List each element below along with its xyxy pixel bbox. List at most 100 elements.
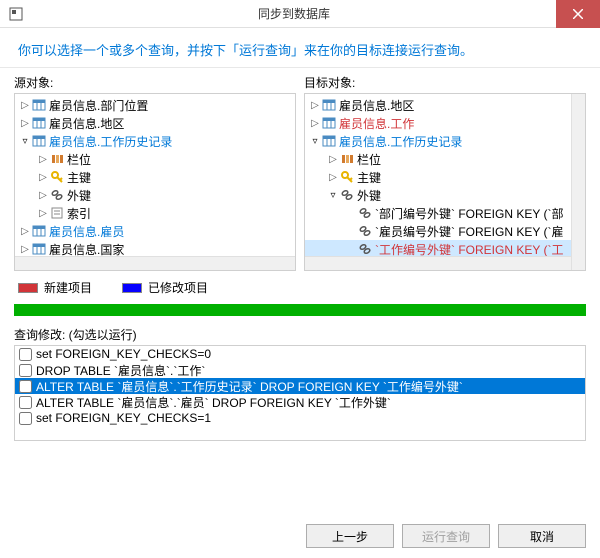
table-icon bbox=[31, 115, 47, 131]
expand-arrow-icon[interactable]: ▷ bbox=[327, 154, 339, 165]
tree-node[interactable]: ▷雇员信息.地区 bbox=[305, 96, 585, 114]
legend-mod-label: 已修改项目 bbox=[148, 279, 208, 296]
scrollbar-horizontal[interactable] bbox=[15, 256, 295, 270]
fk-icon bbox=[49, 187, 65, 203]
fk-icon bbox=[357, 241, 373, 257]
tree-node[interactable]: ▷ 雇员信息.工作 bbox=[305, 114, 585, 132]
scrollbar-vertical[interactable] bbox=[571, 94, 585, 270]
tree-node-label: 雇员信息.部门位置 bbox=[49, 97, 148, 114]
expand-arrow-icon[interactable]: ▷ bbox=[19, 118, 31, 129]
tree-node-label: 雇员信息.工作 bbox=[339, 115, 414, 132]
source-label: 源对象: bbox=[14, 74, 296, 91]
progress-bar bbox=[14, 304, 586, 316]
tree-node[interactable]: ▷ 雇员信息.地区 bbox=[15, 114, 295, 132]
tree-node[interactable]: ▷ 雇员信息.部门位置 bbox=[15, 96, 295, 114]
tree-node[interactable]: `雇员编号外键` FOREIGN KEY (`雇 bbox=[305, 222, 585, 240]
tree-node-label: 索引 bbox=[67, 205, 91, 222]
tree-node-label: 外键 bbox=[357, 187, 381, 204]
tree-node-label: `雇员编号外键` FOREIGN KEY (`雇 bbox=[375, 223, 563, 240]
window-title: 同步到数据库 bbox=[32, 5, 556, 22]
target-label: 目标对象: bbox=[304, 74, 586, 91]
tree-node-label: 雇员信息.工作历史记录 bbox=[49, 133, 172, 150]
app-icon bbox=[6, 4, 26, 24]
legend-mod-swatch bbox=[122, 283, 142, 293]
table-icon bbox=[31, 97, 47, 113]
key-icon bbox=[49, 169, 65, 185]
column-icon bbox=[339, 151, 355, 167]
legend-new: 新建项目 bbox=[18, 279, 92, 296]
cancel-button[interactable]: 取消 bbox=[498, 524, 586, 548]
index-icon bbox=[49, 205, 65, 221]
query-text: DROP TABLE `雇员信息`.`工作` bbox=[36, 362, 205, 379]
tree-node[interactable]: ▿ 外键 bbox=[305, 186, 585, 204]
table-icon bbox=[31, 223, 47, 239]
tree-node[interactable]: ▷ 外键 bbox=[15, 186, 295, 204]
expand-arrow-icon[interactable]: ▷ bbox=[19, 100, 31, 111]
tree-node-label: 栏位 bbox=[357, 151, 381, 168]
tree-node-label: `工作编号外键` FOREIGN KEY (`工 bbox=[375, 241, 563, 258]
table-icon bbox=[31, 241, 47, 257]
target-panel: 目标对象: ▷雇员信息.地区▷雇员信息.工作▿雇员信息.工作历史记录▷栏位▷主键… bbox=[304, 74, 586, 271]
expand-arrow-icon[interactable]: ▷ bbox=[309, 118, 321, 129]
titlebar: 同步到数据库 bbox=[0, 0, 600, 28]
tree-node-label: 雇员信息.雇员 bbox=[49, 223, 124, 240]
query-section: 查询修改: (勾选以运行) set FOREIGN_KEY_CHECKS=0DR… bbox=[0, 326, 600, 441]
expand-arrow-icon[interactable]: ▷ bbox=[37, 172, 49, 183]
tree-node[interactable]: `部门编号外键` FOREIGN KEY (`部 bbox=[305, 204, 585, 222]
expand-arrow-icon[interactable]: ▷ bbox=[19, 226, 31, 237]
query-row[interactable]: DROP TABLE `雇员信息`.`工作` bbox=[15, 362, 585, 378]
tree-node[interactable]: ▷ 栏位 bbox=[15, 150, 295, 168]
query-checkbox[interactable] bbox=[19, 396, 32, 409]
query-row[interactable]: set FOREIGN_KEY_CHECKS=1 bbox=[15, 410, 585, 426]
source-tree[interactable]: ▷雇员信息.部门位置▷雇员信息.地区▿雇员信息.工作历史记录▷栏位▷主键▷外键▷… bbox=[14, 93, 296, 271]
prev-button[interactable]: 上一步 bbox=[306, 524, 394, 548]
column-icon bbox=[49, 151, 65, 167]
query-row[interactable]: ALTER TABLE `雇员信息`.`工作历史记录` DROP FOREIGN… bbox=[15, 378, 585, 394]
expand-arrow-icon[interactable]: ▿ bbox=[309, 136, 321, 147]
legend-mod: 已修改项目 bbox=[122, 279, 208, 296]
tree-node[interactable]: ▷ 索引 bbox=[15, 204, 295, 222]
tree-node[interactable]: ▿ 雇员信息.工作历史记录 bbox=[15, 132, 295, 150]
tree-node-label: 主键 bbox=[357, 169, 381, 186]
query-list[interactable]: set FOREIGN_KEY_CHECKS=0DROP TABLE `雇员信息… bbox=[14, 345, 586, 441]
table-icon bbox=[31, 133, 47, 149]
query-checkbox[interactable] bbox=[19, 380, 32, 393]
close-button[interactable] bbox=[556, 0, 600, 28]
legend-new-label: 新建项目 bbox=[44, 279, 92, 296]
query-row[interactable]: set FOREIGN_KEY_CHECKS=0 bbox=[15, 346, 585, 362]
query-text: set FOREIGN_KEY_CHECKS=0 bbox=[36, 347, 211, 361]
tree-node[interactable]: ▷ 主键 bbox=[15, 168, 295, 186]
tree-node[interactable]: ▷ 栏位 bbox=[305, 150, 585, 168]
legend-new-swatch bbox=[18, 283, 38, 293]
tree-node[interactable]: ▷ 雇员信息.雇员 bbox=[15, 222, 295, 240]
tree-node-label: 外键 bbox=[67, 187, 91, 204]
expand-arrow-icon[interactable]: ▷ bbox=[19, 244, 31, 255]
query-text: ALTER TABLE `雇员信息`.`工作历史记录` DROP FOREIGN… bbox=[36, 378, 463, 395]
legend: 新建项目 已修改项目 bbox=[0, 271, 600, 300]
expand-arrow-icon[interactable]: ▷ bbox=[37, 190, 49, 201]
tree-node-label: 主键 bbox=[67, 169, 91, 186]
query-text: ALTER TABLE `雇员信息`.`雇员` DROP FOREIGN KEY… bbox=[36, 394, 391, 411]
tree-node-label: 栏位 bbox=[67, 151, 91, 168]
tree-node-label: 雇员信息.地区 bbox=[49, 115, 124, 132]
expand-arrow-icon[interactable]: ▷ bbox=[327, 172, 339, 183]
tree-node-label: `部门编号外键` FOREIGN KEY (`部 bbox=[375, 205, 563, 222]
source-panel: 源对象: ▷雇员信息.部门位置▷雇员信息.地区▿雇员信息.工作历史记录▷栏位▷主… bbox=[14, 74, 296, 271]
target-tree[interactable]: ▷雇员信息.地区▷雇员信息.工作▿雇员信息.工作历史记录▷栏位▷主键▿外键`部门… bbox=[304, 93, 586, 271]
expand-arrow-icon[interactable]: ▿ bbox=[19, 136, 31, 147]
tree-node-label: 雇员信息.工作历史记录 bbox=[339, 133, 462, 150]
query-checkbox[interactable] bbox=[19, 364, 32, 377]
tree-node[interactable]: ▷ 主键 bbox=[305, 168, 585, 186]
query-label: 查询修改: (勾选以运行) bbox=[14, 326, 586, 343]
expand-arrow-icon[interactable]: ▷ bbox=[37, 208, 49, 219]
scrollbar-horizontal[interactable] bbox=[305, 256, 585, 270]
instruction-text: 你可以选择一个或多个查询，并按下「运行查询」来在你的目标连接运行查询。 bbox=[0, 28, 600, 68]
query-checkbox[interactable] bbox=[19, 348, 32, 361]
query-row[interactable]: ALTER TABLE `雇员信息`.`雇员` DROP FOREIGN KEY… bbox=[15, 394, 585, 410]
expand-arrow-icon[interactable]: ▿ bbox=[327, 190, 339, 201]
tree-node[interactable]: ▿ 雇员信息.工作历史记录 bbox=[305, 132, 585, 150]
run-query-button[interactable]: 运行查询 bbox=[402, 524, 490, 548]
expand-arrow-icon[interactable]: ▷ bbox=[37, 154, 49, 165]
query-checkbox[interactable] bbox=[19, 412, 32, 425]
expand-arrow-icon[interactable]: ▷ bbox=[309, 100, 321, 111]
